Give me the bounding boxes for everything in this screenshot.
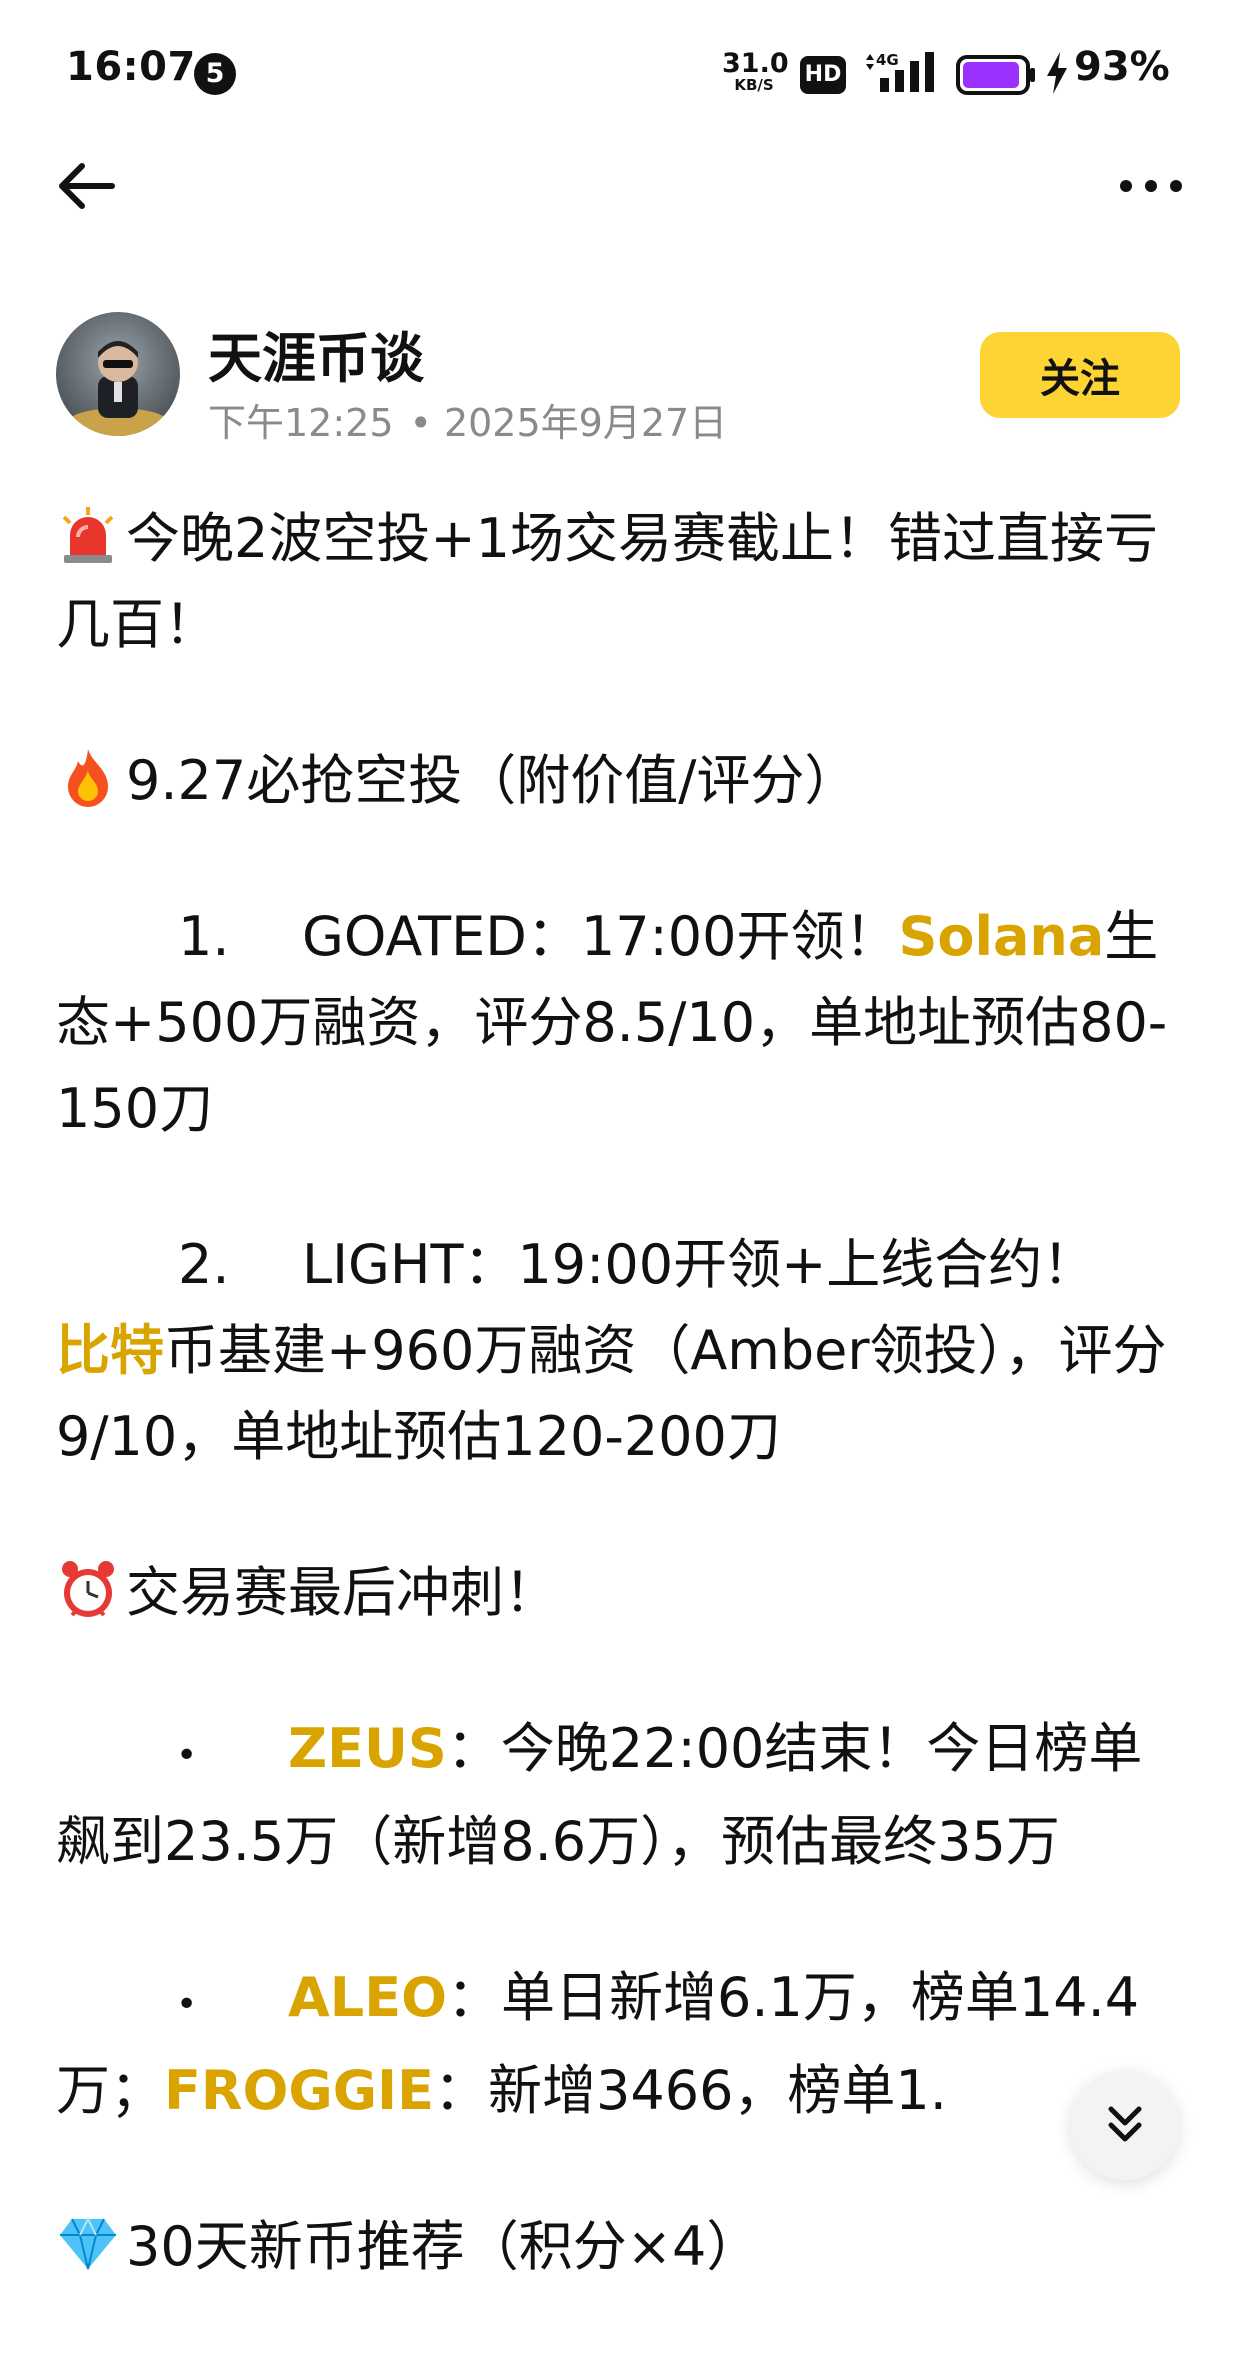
gem-emoji-icon <box>60 2216 116 2270</box>
avatar-image <box>56 312 180 436</box>
post-date: 2025年9月27日 <box>443 401 728 445</box>
newcoin-section-text: 30天新币推荐（积分×4） <box>126 2215 761 2278</box>
cellular-signal-icon: 4G <box>866 51 934 92</box>
fire-emoji-icon <box>68 749 108 807</box>
bitcoin-tag-link[interactable]: 比特 <box>56 1319 164 1382</box>
item2-rest: 币基建+960万融资（Amber领投），评分9/10，单地址预估120-200刀 <box>56 1319 1167 1468</box>
more-options-button[interactable] <box>1114 160 1188 212</box>
arrow-left-icon <box>59 163 115 209</box>
trading-item-aleo: • ALEO：单日新增6.1万，榜单14.4万；FROGGIE：新增3466，榜单… <box>56 1955 1186 2134</box>
bullet-marker: • <box>176 1735 198 1776</box>
airdrop-section-text: 9.27必抢空投（附价值/评分） <box>126 749 859 812</box>
airdrop-item-light: 2. LIGHT：19:00开领+上线合约！ 比特币基建+960万融资（Amber领… <box>56 1222 1186 1480</box>
froggie-text: ：新增3466，榜单1. <box>434 2059 947 2122</box>
zeus-tag-link[interactable]: ZEUS <box>288 1717 447 1780</box>
network-speed-unit: KB/S <box>734 76 774 94</box>
item1-lead: GOATED：17:00开领！ <box>302 905 899 968</box>
bullet-marker: • <box>176 1984 198 2025</box>
charging-bolt-icon <box>1047 52 1067 94</box>
post-meta: 下午12:25 • 2025年9月27日 <box>208 392 727 447</box>
solana-tag-link[interactable]: Solana <box>898 905 1104 968</box>
battery-icon <box>956 55 1035 95</box>
list-number: 1. <box>178 905 230 968</box>
trading-section-text: 交易赛最后冲刺！ <box>126 1561 558 1624</box>
network-speed: 31.0 KB/S <box>722 48 789 94</box>
hd-badge: HD <box>800 56 846 94</box>
status-time: 16:07 <box>66 44 196 90</box>
headline-text: 今晚2波空投+1场交易赛截止！错过直接亏几百！ <box>56 507 1158 656</box>
notification-count-badge: 5 <box>194 53 236 95</box>
network-speed-value: 31.0 <box>722 48 789 79</box>
siren-emoji-icon <box>62 507 114 563</box>
more-horizontal-icon <box>1120 180 1182 192</box>
meta-separator: • <box>409 401 432 445</box>
post-time: 下午12:25 <box>208 401 394 445</box>
follow-button[interactable]: 关注 <box>980 332 1180 418</box>
post-body: 今晚2波空投+1场交易赛截止！错过直接亏几百！ 9.27必抢空投（附价值/评分）… <box>56 496 1186 2290</box>
author-name[interactable]: 天涯币谈 <box>208 314 424 393</box>
airdrop-section-title: 9.27必抢空投（附价值/评分） <box>56 738 1186 824</box>
network-type-label: 4G <box>876 51 899 69</box>
trading-section-title: 交易赛最后冲刺！ <box>56 1550 1186 1636</box>
list-number: 2. <box>178 1233 230 1296</box>
battery-percent: 93% <box>1074 44 1170 90</box>
scroll-to-bottom-button[interactable] <box>1070 2070 1180 2180</box>
back-button[interactable] <box>52 150 124 222</box>
author-avatar[interactable] <box>56 312 180 436</box>
double-chevron-down-icon <box>1108 2106 1142 2142</box>
item2-lead: LIGHT：19:00开领+上线合约！ <box>302 1233 1097 1296</box>
post-headline: 今晚2波空投+1场交易赛截止！错过直接亏几百！ <box>56 496 1186 668</box>
airdrop-item-goated: 1. GOATED：17:00开领！Solana生态+500万融资，评分8.5/1… <box>56 894 1186 1152</box>
alarm-clock-emoji-icon <box>62 1561 114 1617</box>
newcoin-section-title: 30天新币推荐（积分×4） <box>56 2204 1186 2290</box>
trading-item-zeus: • ZEUS：今晚22:00结束！今日榜单飙到23.5万（新增8.6万），预估最终… <box>56 1706 1186 1885</box>
status-bar: 16:07 5 31.0 KB/S HD 4G 93% <box>0 0 1240 150</box>
aleo-tag-link[interactable]: ALEO <box>288 1966 447 2029</box>
froggie-tag-link[interactable]: FROGGIE <box>164 2059 434 2122</box>
